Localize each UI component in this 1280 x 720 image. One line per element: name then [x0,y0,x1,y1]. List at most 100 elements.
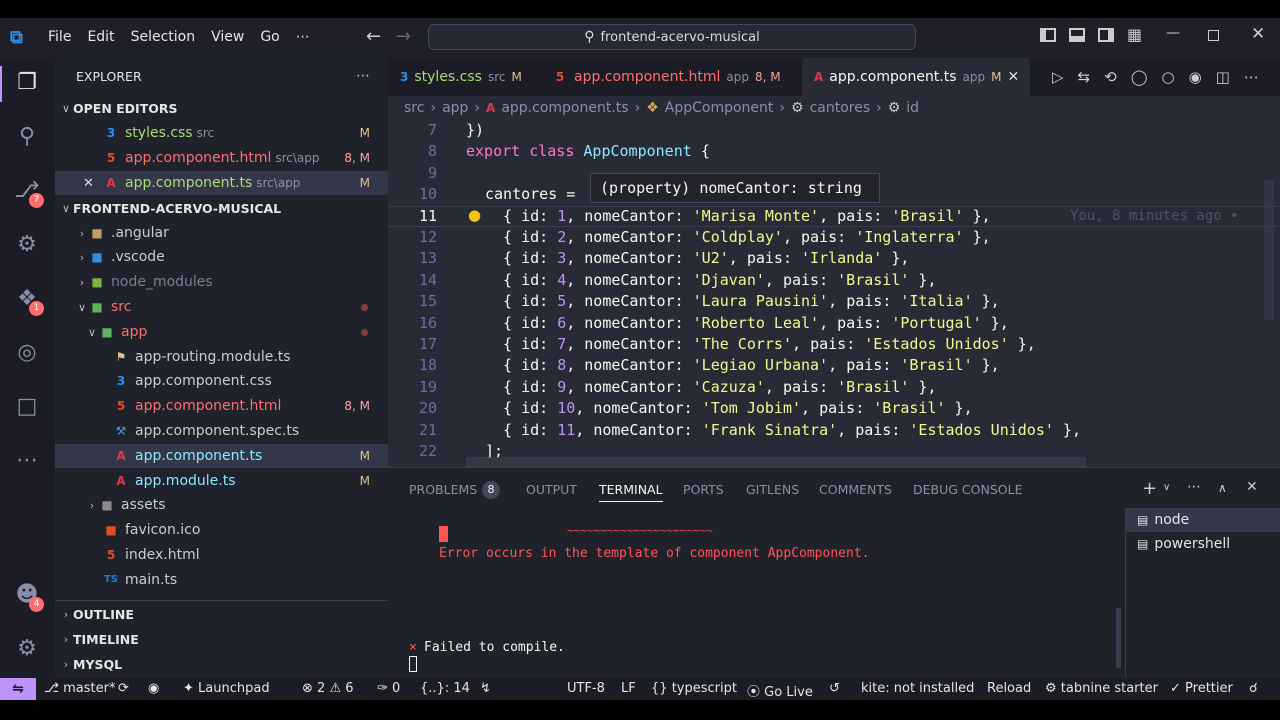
tree-item-app-module[interactable]: A app.module.ts M [55,469,388,493]
breadcrumb-app[interactable]: app [442,100,468,116]
terminal-item-node[interactable]: ▤ node [1126,508,1280,532]
outline-section[interactable]: › OUTLINE [55,602,388,626]
restore-icon[interactable] [1208,30,1219,41]
timeline-section[interactable]: › TIMELINE [55,627,388,651]
command-center-search[interactable]: ⚲ frontend-acervo-musical [428,24,916,50]
notifications-bell-icon[interactable]: ☌ [1249,681,1258,696]
compare-changes-icon[interactable]: ⇆ [1078,68,1091,86]
tree-item-vscode[interactable]: › ■ .vscode [55,245,388,269]
remote-explorer-icon[interactable]: ◎ [12,338,42,368]
more-views-icon[interactable]: ⋯ [12,446,42,476]
go-live-button[interactable]: ⦿ Go Live [747,681,813,700]
new-terminal-icon[interactable]: + [1142,478,1157,499]
back-arrow-icon[interactable]: ← [366,26,381,47]
explorer-icon[interactable]: ❐ [12,68,42,98]
run-icon[interactable]: ▷ [1052,68,1064,86]
flash-icon[interactable]: ↯ [480,681,491,696]
terminal-item-powershell[interactable]: ▤ powershell [1126,532,1280,556]
tree-item-angular[interactable]: › ■ .angular [55,221,388,245]
open-editor-styles-css[interactable]: 3 styles.css src M [55,121,388,145]
search-view-icon[interactable]: ⚲ [12,122,42,152]
mysql-section[interactable]: › MYSQL [55,652,388,676]
toggle-primary-sidebar-icon[interactable] [1040,28,1056,42]
breadcrumb-id[interactable]: id [906,100,919,116]
more-actions-icon[interactable]: ⋯ [1244,68,1259,86]
open-editors-section[interactable]: ∨ OPEN EDITORS [55,96,388,120]
tree-item-src[interactable]: ∨ ■ src [55,295,388,319]
open-editor-app-component-ts[interactable]: ✕ A app.component.ts src\app M [55,171,388,195]
breadcrumb-src[interactable]: src [404,100,424,116]
tree-item-node-modules[interactable]: › ■ node_modules [55,270,388,294]
toggle-panel-icon[interactable] [1069,28,1085,42]
tree-item-favicon[interactable]: ■ favicon.ico [55,518,388,542]
tree-item-app-component-spec[interactable]: ⚒ app.component.spec.ts [55,419,388,443]
gitlens-action-icon[interactable]: ◉ [1189,68,1202,86]
tab-app-component-ts[interactable]: A app.component.ts app M ✕ [802,58,1030,96]
editor-scrollbar[interactable] [1264,180,1274,320]
tree-item-app[interactable]: ∨ ■ app [55,320,388,344]
settings-gear-icon[interactable]: ⚙ [12,634,42,664]
menu-selection[interactable]: Selection [123,29,204,45]
close-tab-icon[interactable]: ✕ [1008,69,1020,85]
breadcrumb-class[interactable]: AppComponent [665,100,774,116]
tab-output[interactable]: OUTPUT [526,482,577,497]
run-debug-icon[interactable]: ⚙ [12,230,42,260]
tree-item-app-component-ts[interactable]: A app.component.ts M [55,444,388,468]
tree-item-app-routing[interactable]: ⚑ app-routing.module.ts [55,345,388,369]
remote-indicator-icon[interactable]: ⇋ [0,678,36,700]
toggle-secondary-sidebar-icon[interactable] [1098,28,1114,42]
source-control-icon[interactable]: ⎇ 7 [12,176,44,208]
problems-status[interactable]: ⊗ 2 ⚠ 6 [302,681,354,696]
extensions-icon[interactable]: ❖ 1 [12,284,44,316]
menu-edit[interactable]: Edit [79,29,122,45]
chevron-down-icon[interactable]: ∨ [1163,482,1170,493]
kite-status[interactable]: kite: not installed [861,681,974,696]
eol-status[interactable]: LF [621,681,636,696]
tree-item-main-ts[interactable]: TS main.ts [55,568,388,592]
customize-layout-icon[interactable]: ▦ [1127,25,1142,44]
tab-debug-console[interactable]: DEBUG CONSOLE [913,482,1022,497]
close-panel-icon[interactable]: ✕ [1246,479,1258,495]
braces-status[interactable]: {..}: 14 [420,681,470,696]
tab-problems[interactable]: PROBLEMS [409,482,477,497]
lightbulb-icon[interactable]: ● [468,206,481,224]
split-editor-icon[interactable]: ◫ [1216,68,1230,86]
reload-button[interactable]: Reload [987,681,1031,696]
git-branch[interactable]: ⎇ master* [44,681,115,696]
tab-app-component-html[interactable]: 5 app.component.html app 8, M [528,58,802,96]
gitlens-status-icon[interactable]: ◉ [148,681,159,696]
sync-icon[interactable]: ⟳ [118,681,129,696]
breadcrumb-property[interactable]: cantores [810,100,871,116]
horizontal-scrollbar[interactable] [466,457,1086,467]
tree-item-index-html[interactable]: 5 index.html [55,543,388,567]
tab-ports[interactable]: PORTS [683,482,724,497]
forward-arrow-icon[interactable]: → [396,26,411,47]
previous-change-icon[interactable]: ◯ [1131,68,1148,86]
tree-item-app-component-html[interactable]: 5 app.component.html 8, M [55,394,388,418]
launchpad-status[interactable]: ✦ Launchpad [183,681,270,696]
accounts-icon[interactable]: ☻ 4 [12,580,44,612]
explorer-more-icon[interactable]: ⋯ [356,68,370,84]
breadcrumb-file[interactable]: app.component.ts [501,100,628,116]
next-change-icon[interactable]: ○ [1162,68,1175,86]
gitlens-icon[interactable]: □ [12,392,42,422]
menu-view[interactable]: View [203,29,252,45]
menu-file[interactable]: File [40,29,79,45]
terminal-scrollbar[interactable] [1116,608,1121,668]
prettier-status[interactable]: ✓ Prettier [1170,681,1233,696]
tree-item-assets[interactable]: › ■ assets [55,493,388,517]
menu-go[interactable]: Go [252,29,287,45]
tree-item-app-component-css[interactable]: 3 app.component.css [55,369,388,393]
panel-more-icon[interactable]: ⋯ [1187,479,1201,495]
tab-gitlens[interactable]: GITLENS [746,482,799,497]
minimize-icon[interactable]: — [1166,25,1180,41]
ports-status[interactable]: ✑ 0 [377,681,400,696]
tab-comments[interactable]: COMMENTS [819,482,892,497]
terminal-output[interactable]: ~~~~~~~~~~~~~~~~~~~~~~ Error occurs in t… [409,510,1124,672]
revert-icon[interactable]: ⟲ [1104,68,1117,86]
tab-terminal[interactable]: TERMINAL [599,482,663,502]
tabnine-status[interactable]: ⚙ tabnine starter [1045,681,1158,696]
close-window-icon[interactable]: ✕ [1251,24,1265,44]
project-section[interactable]: ∨ FRONTEND-ACERVO-MUSICAL [55,196,388,220]
menu-more[interactable]: ⋯ [288,29,318,45]
